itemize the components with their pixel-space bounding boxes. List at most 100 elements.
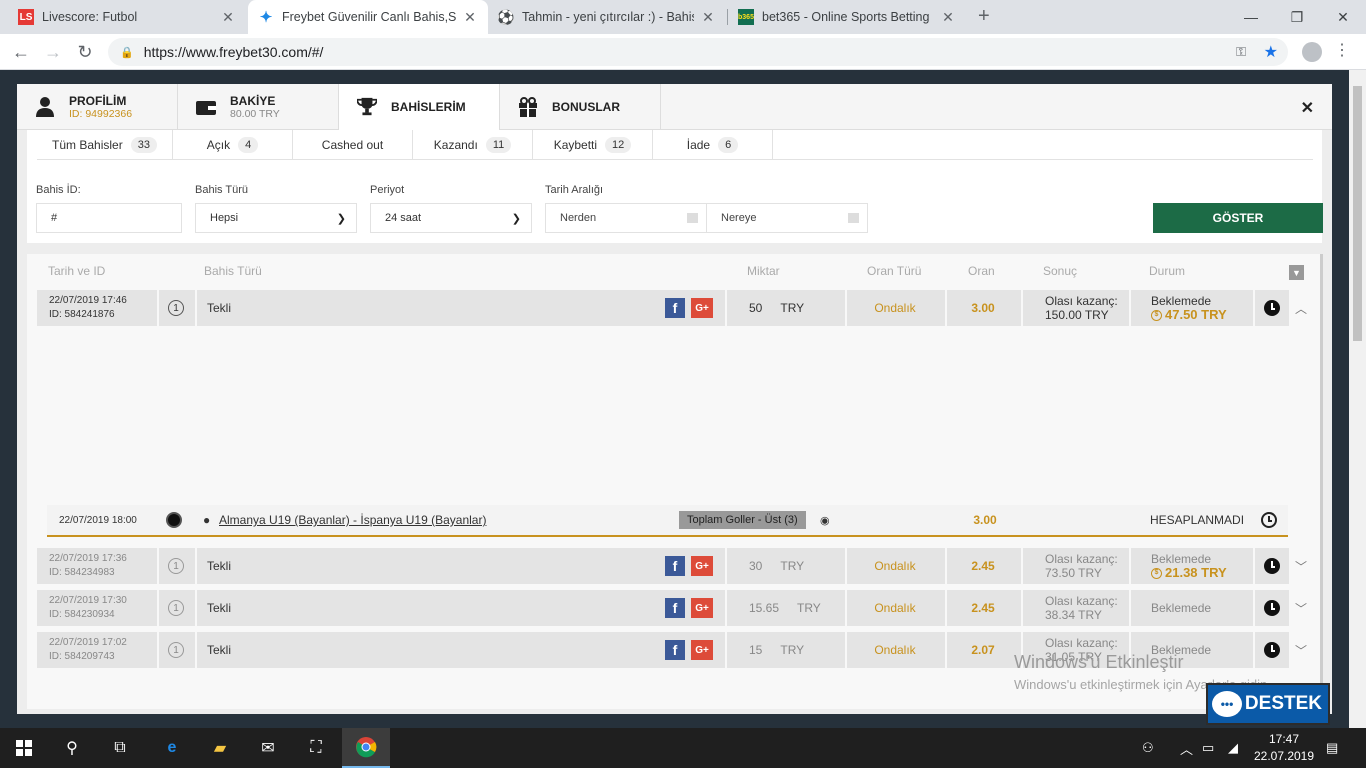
edge-browser-icon[interactable]: e <box>148 728 196 768</box>
expand-row-icon[interactable]: ﹀ <box>1291 548 1311 584</box>
pending-clock-icon <box>1253 590 1289 626</box>
reload-icon[interactable]: ↻ <box>70 34 100 70</box>
cashout-value[interactable]: $21.38 TRY <box>1151 566 1227 580</box>
period-select[interactable]: 24 saat ❯ <box>370 203 532 233</box>
header-odds-type: Oran Türü <box>867 264 922 278</box>
profile-avatar[interactable] <box>1302 42 1322 62</box>
taskbar-clock[interactable]: 17:47 22.07.2019 <box>1252 731 1316 765</box>
amount-cell: 30 TRY <box>725 548 843 584</box>
search-icon[interactable]: ⚲ <box>48 728 96 768</box>
bet-type-select[interactable]: Hepsi ❯ <box>195 203 357 233</box>
bet-id: ID: 584234983 <box>49 567 115 578</box>
filter-tab-all[interactable]: Tüm Bahisler 33 <box>37 130 173 160</box>
tab-bonuslar[interactable]: BONUSLAR <box>500 84 661 130</box>
new-tab-icon[interactable]: + <box>978 5 990 28</box>
potential-win-label: Olası kazanç: <box>1045 294 1118 308</box>
selection-odds: 3.00 <box>973 513 997 527</box>
header-result: Sonuç <box>1043 264 1078 278</box>
google-plus-share-icon[interactable]: G+ <box>691 640 713 660</box>
chrome-icon[interactable] <box>342 728 390 768</box>
facebook-share-icon[interactable]: f <box>665 598 685 618</box>
google-plus-share-icon[interactable]: G+ <box>691 298 713 318</box>
filter-tab-label: Cashed out <box>321 138 384 152</box>
tab-bahislerim[interactable]: BAHİSLERİM <box>339 84 500 130</box>
close-tab-icon[interactable]: ✕ <box>700 9 716 26</box>
show-button[interactable]: GÖSTER <box>1153 203 1323 233</box>
bet-id: ID: 584241876 <box>49 309 115 320</box>
support-chat-button[interactable]: ••• DESTEK <box>1206 683 1330 725</box>
google-plus-share-icon[interactable]: G+ <box>691 556 713 576</box>
match-link[interactable]: Almanya U19 (Bayanlar) - İspanya U19 (Ba… <box>219 505 486 535</box>
facebook-share-icon[interactable]: f <box>665 556 685 576</box>
expand-all-icon[interactable]: ▼ <box>1289 265 1304 280</box>
windows-taskbar: ⚲ ⧉ e ▰ ✉ ⛶ ⚇ ︿ ▭ ◢ 17:47 22.07.2019 ▤ <box>0 728 1366 768</box>
browser-menu-icon[interactable]: ⋮ <box>1334 40 1350 60</box>
task-view-icon[interactable]: ⧉ <box>96 728 144 768</box>
battery-icon[interactable]: ▭ <box>1202 728 1214 768</box>
facebook-share-icon[interactable]: f <box>665 640 685 660</box>
browser-tab-bet365[interactable]: b365 bet365 - Online Sports Betting ✕ <box>728 0 966 34</box>
header-status: Durum <box>1149 264 1186 278</box>
bookmark-star-icon[interactable]: ★ <box>1264 42 1278 62</box>
close-tab-icon[interactable]: ✕ <box>220 9 236 26</box>
back-icon[interactable]: ← <box>6 34 36 70</box>
bet-id-input[interactable]: # <box>36 203 182 233</box>
tab-profil[interactable]: PROFİLİM ID: 94992366 <box>17 84 178 130</box>
browser-tab-tahmin[interactable]: ⚽ Tahmin - yeni çıtırcılar :) - Bahis L … <box>488 0 726 34</box>
close-tab-icon[interactable]: ✕ <box>462 9 478 26</box>
table-row[interactable]: 22/07/2019 17:46 ID: 584241876 1 Tekli f … <box>37 290 1307 326</box>
filter-tab-label: Tüm Bahisler <box>52 138 123 152</box>
windows-start-icon[interactable] <box>0 728 48 768</box>
browser-tab-livescore[interactable]: LS Livescore: Futbol ✕ <box>8 0 246 34</box>
expand-row-icon[interactable]: ﹀ <box>1291 632 1311 668</box>
bets-table: Tarih ve ID Bahis Türü Miktar Oran Türü … <box>27 254 1323 709</box>
filter-tab-cashed-out[interactable]: Cashed out <box>293 130 413 160</box>
freybet-icon: ✦ <box>259 9 273 26</box>
store-icon[interactable]: ⛶ <box>292 728 340 768</box>
url-field[interactable]: 🔒 https://www.freybet30.com/#/ ⚿ ★ <box>108 38 1288 66</box>
maximize-icon[interactable]: ❐ <box>1274 0 1320 34</box>
filter-tab-refund[interactable]: İade 6 <box>653 130 773 160</box>
google-plus-share-icon[interactable]: G+ <box>691 598 713 618</box>
mail-icon[interactable]: ✉ <box>244 728 292 768</box>
potential-win-label: Olası kazanç: <box>1045 594 1118 608</box>
notifications-icon[interactable]: ▤ <box>1326 728 1338 768</box>
key-icon[interactable]: ⚿ <box>1236 44 1246 60</box>
date-to-input[interactable]: Nereye <box>706 203 868 233</box>
close-tab-icon[interactable]: ✕ <box>940 9 956 26</box>
cashout-value[interactable]: $47.50 TRY <box>1151 308 1227 322</box>
filter-tab-won[interactable]: Kazandı 11 <box>413 130 533 160</box>
header-bet-type: Bahis Türü <box>204 264 262 278</box>
tab-bakiye[interactable]: BAKİYE 80.00 TRY <box>178 84 339 130</box>
collapse-row-icon[interactable]: ︿ <box>1291 290 1311 326</box>
filter-tab-open[interactable]: Açık 4 <box>173 130 293 160</box>
scrollbar-thumb[interactable] <box>1353 86 1362 341</box>
bet-id-placeholder: # <box>51 212 58 224</box>
coin-icon: $ <box>1151 309 1162 321</box>
tray-chevron-icon[interactable]: ︿ <box>1180 728 1193 768</box>
wifi-icon[interactable]: ◢ <box>1228 728 1238 768</box>
people-icon[interactable]: ⚇ <box>1142 728 1154 768</box>
table-row[interactable]: 22/07/2019 17:36 ID: 584234983 1 Tekli f … <box>37 548 1307 584</box>
facebook-share-icon[interactable]: f <box>665 298 685 318</box>
bet-type-label: Bahis Türü <box>195 184 248 196</box>
filter-tab-lost[interactable]: Kaybetti 12 <box>533 130 653 160</box>
page-scrollbar[interactable] <box>1349 70 1366 728</box>
browser-tab-bar: LS Livescore: Futbol ✕ ✦ Freybet Güvenil… <box>0 0 1366 34</box>
browser-tab-freybet[interactable]: ✦ Freybet Güvenilir Canlı Bahis,Slot ✕ <box>248 0 488 34</box>
bet365-icon: b365 <box>738 9 754 25</box>
expand-row-icon[interactable]: ﹀ <box>1291 590 1311 626</box>
tab-title: Livescore: Futbol <box>42 10 138 24</box>
date-from-input[interactable]: Nerden <box>545 203 707 233</box>
table-row[interactable]: 22/07/2019 17:30 ID: 584230934 1 Tekli f … <box>37 590 1307 626</box>
forward-icon[interactable]: → <box>38 34 68 70</box>
close-window-icon[interactable]: ✕ <box>1320 0 1366 34</box>
tab-title: Freybet Güvenilir Canlı Bahis,Slot <box>282 10 456 24</box>
modal-tabs: PROFİLİM ID: 94992366 BAKİYE 80.00 TRY BAH… <box>17 84 1332 130</box>
minimize-icon[interactable]: — <box>1228 0 1274 34</box>
close-modal-icon[interactable]: ✕ <box>1301 98 1314 118</box>
bet-id: ID: 584209743 <box>49 651 115 662</box>
selection-count-badge: 1 <box>168 300 184 316</box>
odds-type: Ondalık <box>845 632 943 668</box>
file-explorer-icon[interactable]: ▰ <box>196 728 244 768</box>
